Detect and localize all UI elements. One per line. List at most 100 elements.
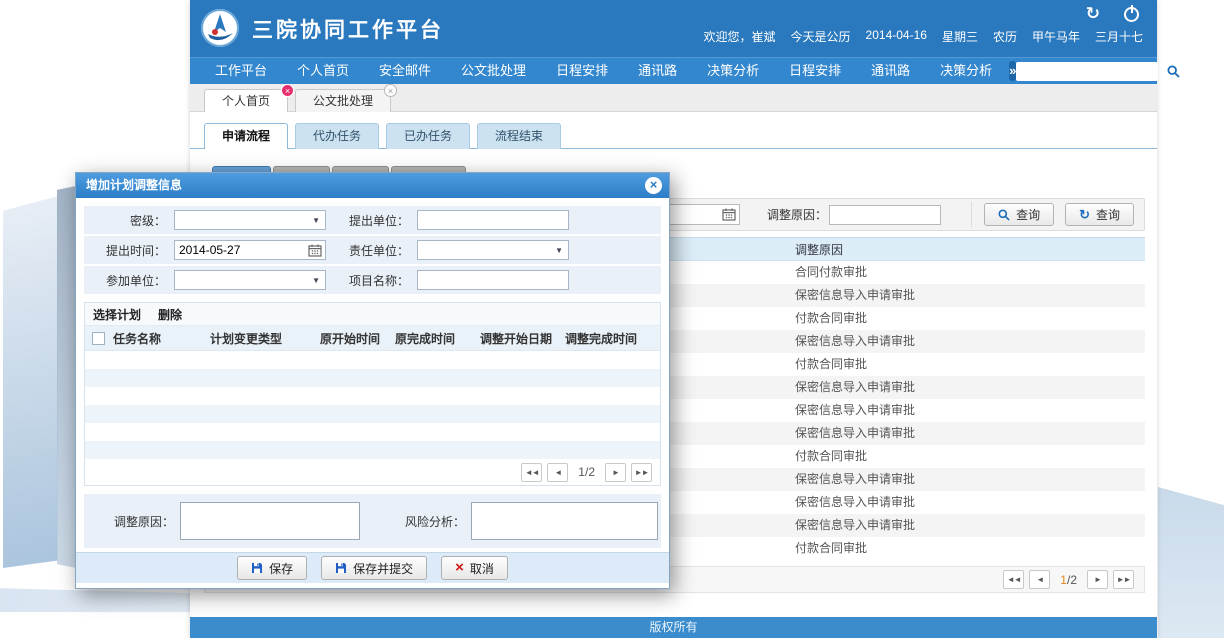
nav-menu: 工作平台个人首页安全邮件公文批处理日程安排通讯路决策分析日程安排通讯路决策分析	[200, 58, 1007, 84]
select-all-checkbox[interactable]	[92, 332, 105, 345]
dialog-titlebar: 增加计划调整信息 ×	[76, 173, 669, 198]
nav-item[interactable]: 个人首页	[282, 58, 364, 84]
plan-column-header: 调整开始日期	[480, 330, 565, 347]
nav-item[interactable]: 安全邮件	[364, 58, 446, 84]
decor-right-shape	[1158, 487, 1224, 638]
nav-item[interactable]: 工作平台	[200, 58, 282, 84]
plan-table-header: 任务名称计划变更类型原开始时间原完成时间调整开始日期调整完成时间	[85, 326, 660, 351]
nav-more-button[interactable]: »	[1009, 61, 1016, 81]
adjust-reason-textarea[interactable]	[180, 502, 360, 540]
propose-unit-input[interactable]	[417, 210, 569, 230]
flow-tab[interactable]: 流程结束	[477, 123, 561, 149]
top-header: 三院协同工作平台 ↻ 欢迎您，崔斌 今天是公历 2014-04-16 星期三 农…	[190, 0, 1157, 57]
next-page-button[interactable]: ►	[1087, 570, 1108, 589]
flow-tab[interactable]: 已办任务	[386, 123, 470, 149]
today-date: 2014-04-16	[866, 28, 927, 45]
empty-row	[85, 387, 660, 405]
window-tab-label: 个人首页	[222, 94, 270, 108]
cancel-button[interactable]: × 取消	[441, 556, 508, 580]
tab-close-icon[interactable]: ×	[281, 84, 294, 97]
filter-reason-input[interactable]	[829, 205, 941, 225]
search-icon	[998, 209, 1010, 221]
next-page-button[interactable]: ►	[605, 463, 626, 482]
first-page-button[interactable]: ◄◄	[521, 463, 542, 482]
project-name-input[interactable]	[417, 270, 569, 290]
save-icon	[335, 562, 347, 574]
cancel-button-label: 取消	[470, 560, 494, 577]
search-icon	[1167, 65, 1180, 78]
nav-item[interactable]: 日程安排	[774, 58, 856, 84]
nav-search-button[interactable]	[1162, 61, 1183, 82]
save-button[interactable]: 保存	[237, 556, 307, 580]
lunar-label: 农历	[993, 28, 1017, 45]
propose-time-input[interactable]	[175, 243, 308, 257]
prev-page-button[interactable]: ◄	[1029, 570, 1050, 589]
plan-pagination: ◄◄ ◄ 1/2 ► ►►	[85, 459, 660, 485]
save-submit-button[interactable]: 保存并提交	[321, 556, 427, 580]
plan-column-header: 原完成时间	[395, 330, 480, 347]
first-page-button[interactable]: ◄◄	[1003, 570, 1024, 589]
nav-search-input[interactable]	[1016, 62, 1158, 81]
risk-analysis-textarea[interactable]	[471, 502, 658, 540]
delete-plan-link[interactable]: 删除	[158, 306, 182, 323]
nav-item[interactable]: 决策分析	[692, 58, 774, 84]
query-button-label: 查询	[1016, 206, 1040, 223]
welcome-text: 欢迎您，崔斌	[704, 28, 776, 45]
dialog-bottom-form: 调整原因： 风险分析：	[84, 494, 661, 548]
nav-item[interactable]: 日程安排	[541, 58, 623, 84]
participate-unit-select[interactable]: ▼	[174, 270, 326, 290]
responsible-unit-select[interactable]: ▼	[417, 240, 569, 260]
adjust-reason-label: 调整原因：	[84, 513, 174, 530]
project-name-label: 项目名称：	[326, 272, 409, 289]
dialog-form: 密级： ▼ 提出单位： 提出时间：	[84, 206, 661, 296]
save-submit-button-label: 保存并提交	[353, 560, 413, 577]
settings-button[interactable]: ⚙ 设置	[1196, 54, 1224, 88]
calendar-icon[interactable]	[308, 244, 322, 257]
nav-item[interactable]: 决策分析	[925, 58, 1007, 84]
risk-analysis-label: 风险分析：	[360, 513, 465, 530]
dialog-footer: 保存 保存并提交 × 取消	[76, 552, 669, 583]
last-page-button[interactable]: ►►	[631, 463, 652, 482]
window-tab[interactable]: 个人首页×	[204, 89, 288, 112]
flow-tab[interactable]: 代办任务	[295, 123, 379, 149]
x-icon: ×	[455, 561, 464, 575]
secrecy-select[interactable]: ▼	[174, 210, 326, 230]
nav-item[interactable]: 通讯路	[856, 58, 925, 84]
empty-row	[85, 423, 660, 441]
footer-copyright: 版权所有	[190, 617, 1157, 638]
plan-section: 选择计划 删除 任务名称计划变更类型原开始时间原完成时间调整开始日期调整完成时间…	[84, 302, 661, 486]
filter-reason-label: 调整原因：	[767, 206, 827, 223]
plan-column-header: 任务名称	[113, 330, 210, 347]
casic-logo	[200, 8, 240, 48]
query-button[interactable]: 查询	[984, 203, 1054, 226]
add-plan-adjustment-dialog: 增加计划调整信息 × 密级： ▼ 提出单位： 提出时间：	[75, 172, 670, 589]
save-icon	[251, 562, 263, 574]
responsible-unit-label: 责任单位：	[326, 242, 409, 259]
chevron-down-icon: ▼	[312, 216, 320, 225]
last-page-button[interactable]: ►►	[1113, 570, 1134, 589]
window-tab[interactable]: 公文批处理×	[295, 89, 391, 112]
chevron-down-icon: ▼	[555, 246, 563, 255]
nav-item[interactable]: 公文批处理	[446, 58, 541, 84]
refresh-icon[interactable]: ↻	[1086, 5, 1100, 23]
select-plan-link[interactable]: 选择计划	[93, 306, 141, 323]
reset-query-button[interactable]: ↻ 查询	[1065, 203, 1134, 226]
calendar-icon[interactable]	[722, 208, 736, 221]
close-icon[interactable]: ×	[645, 177, 662, 194]
page-indicator: 1/2	[1060, 573, 1077, 587]
weekday-text: 星期三	[942, 28, 978, 45]
prev-page-button[interactable]: ◄	[547, 463, 568, 482]
settings-label: 设置	[1212, 54, 1224, 88]
decor-left-fold	[57, 186, 76, 568]
save-button-label: 保存	[269, 560, 293, 577]
tab-close-icon[interactable]: ×	[384, 84, 397, 97]
nav-item[interactable]: 通讯路	[623, 58, 692, 84]
participate-unit-label: 参加单位：	[84, 272, 166, 289]
flow-tab[interactable]: 申请流程	[204, 123, 288, 149]
plan-column-header: 调整完成时间	[565, 330, 653, 347]
lunar-day: 三月十七	[1095, 28, 1143, 45]
plan-column-header: 计划变更类型	[210, 330, 320, 347]
secrecy-label: 密级：	[84, 212, 166, 229]
power-icon[interactable]	[1124, 7, 1139, 22]
empty-row	[85, 351, 660, 369]
